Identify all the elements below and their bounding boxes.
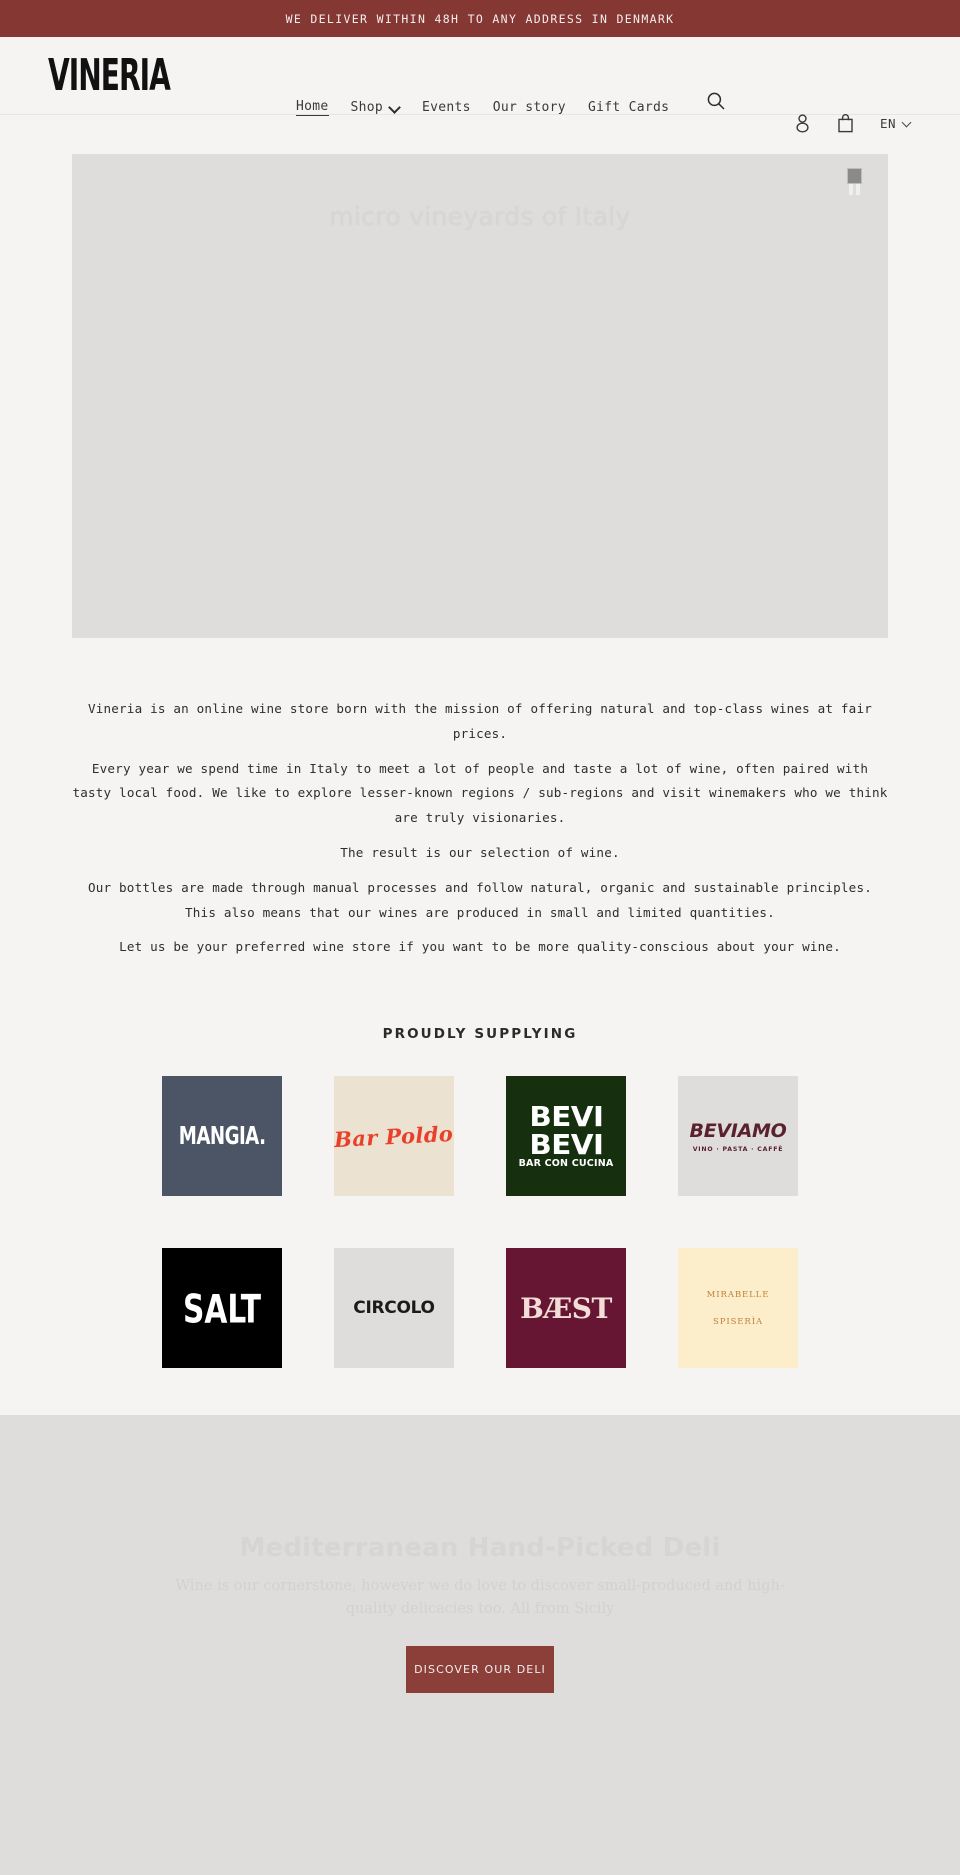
- brand-tile-bar-poldo[interactable]: Bar Poldo: [334, 1076, 454, 1197]
- brand-tile-salt[interactable]: SALT: [162, 1248, 282, 1369]
- account-icon: [796, 114, 809, 133]
- intro-paragraph: Vineria is an online wine store born wit…: [88, 701, 872, 741]
- language-label: EN: [879, 115, 896, 131]
- nav-item-home-label: Home: [296, 99, 329, 114]
- brand-logo-mangia: MANGIA.: [178, 1121, 266, 1151]
- brand-logo-salt-name: SALT: [182, 1284, 262, 1332]
- nav-item-gift-cards-label: Gift Cards: [587, 100, 670, 115]
- cart-button[interactable]: [837, 113, 854, 133]
- pause-icon-legs: [849, 184, 863, 195]
- nav-item-gift-cards[interactable]: Gift Cards: [588, 100, 669, 115]
- nav-item-our-story-label: Our story: [492, 100, 566, 115]
- site-logo[interactable]: VINERIA: [48, 50, 171, 100]
- brand-tile-beviamo[interactable]: BEVIAMO VINO · PASTA · CAFFÈ: [678, 1076, 798, 1197]
- brand-tile-baest[interactable]: BÆST: [506, 1248, 626, 1369]
- brand-logo-beviamo: BEVIAMO VINO · PASTA · CAFFÈ: [690, 1120, 787, 1153]
- brand-logo-bevi-bevi-line2: BEVI: [528, 1128, 604, 1162]
- intro-paragraph: Our bottles are made through manual proc…: [88, 879, 872, 920]
- cart-icon: [838, 114, 853, 133]
- search-button[interactable]: [706, 91, 726, 111]
- intro-paragraph: Let us be your preferred wine store if y…: [119, 939, 841, 955]
- brand-logo-mirabelle-name: MIRABELLE: [706, 1289, 770, 1300]
- brand-logo-mirabelle-tagline: SPISERÌA: [712, 1316, 764, 1327]
- nav-item-our-story[interactable]: Our story: [493, 100, 566, 115]
- announcement-text: WE DELIVER WITHIN 48H TO ANY ADDRESS IN …: [285, 11, 675, 26]
- brand-logo-grid: MANGIA. Bar Poldo BEVI BEVI BAR CON CUCI…: [162, 1076, 798, 1369]
- hero-banner[interactable]: micro vineyards of Italy: [72, 154, 888, 638]
- deli-section: Mediterranean Hand-Picked Deli Wine is o…: [0, 1415, 960, 1875]
- brand-logo-beviamo-name: BEVIAMO: [689, 1119, 787, 1142]
- language-selector[interactable]: EN: [880, 116, 912, 131]
- brand-logo-bar-poldo: Bar Poldo: [334, 1120, 454, 1152]
- brand-logo-mirabelle: MIRABELLE SPISERÌA: [707, 1290, 770, 1327]
- nav-item-shop[interactable]: Shop: [351, 100, 401, 115]
- site-header: VINERIA Home Shop Events Our story Gift …: [0, 37, 960, 133]
- nav-item-home[interactable]: Home: [296, 99, 329, 116]
- search-icon: [707, 92, 725, 110]
- brand-logo-bevi-bevi: BEVI BEVI BAR CON CUCINA: [519, 1103, 614, 1169]
- chevron-down-icon: [389, 102, 400, 113]
- deli-subtitle: Wine is our cornerstone, however we do l…: [175, 1578, 785, 1618]
- intro-paragraph: Every year we spend time in Italy to mee…: [72, 760, 888, 826]
- nav-item-shop-label: Shop: [350, 100, 384, 115]
- intro-paragraph: The result is our selection of wine.: [340, 844, 620, 860]
- pause-icon: [847, 168, 862, 184]
- brand-logo-beviamo-tagline: VINO · PASTA · CAFFÈ: [692, 1145, 784, 1153]
- intro-copy: Vineria is an online wine store born wit…: [70, 697, 890, 960]
- brand-tile-bevi-bevi[interactable]: BEVI BEVI BAR CON CUCINA: [506, 1076, 626, 1197]
- chevron-down-icon: [903, 119, 912, 128]
- nav-item-events-label: Events: [422, 100, 471, 115]
- brand-tile-circolo[interactable]: CIRCOLO: [334, 1248, 454, 1369]
- brand-logo-bevi-bevi-line1: BEVI: [528, 1100, 604, 1134]
- discover-our-deli-button[interactable]: DISCOVER OUR DELI: [406, 1645, 554, 1693]
- brand-tile-mirabelle[interactable]: MIRABELLE SPISERÌA: [678, 1248, 798, 1369]
- brand-tile-mangia[interactable]: MANGIA.: [162, 1076, 282, 1197]
- main-navigation: Home Shop Events Our story Gift Cards: [296, 99, 669, 116]
- proudly-supplying-heading: PROUDLY SUPPLYING: [382, 1026, 578, 1043]
- slideshow-pause-button[interactable]: [847, 168, 863, 198]
- brand-logo-salt: SALT: [183, 1285, 261, 1332]
- nav-item-events[interactable]: Events: [422, 100, 471, 115]
- deli-title: Mediterranean Hand-Picked Deli: [239, 1533, 721, 1563]
- account-button[interactable]: [794, 113, 811, 133]
- hero-title: micro vineyards of Italy: [329, 202, 631, 231]
- brand-logo-baest: BÆST: [520, 1291, 612, 1325]
- brand-logo-circolo: CIRCOLO: [353, 1298, 435, 1319]
- announcement-bar: WE DELIVER WITHIN 48H TO ANY ADDRESS IN …: [0, 0, 960, 37]
- header-actions: EN: [794, 113, 912, 133]
